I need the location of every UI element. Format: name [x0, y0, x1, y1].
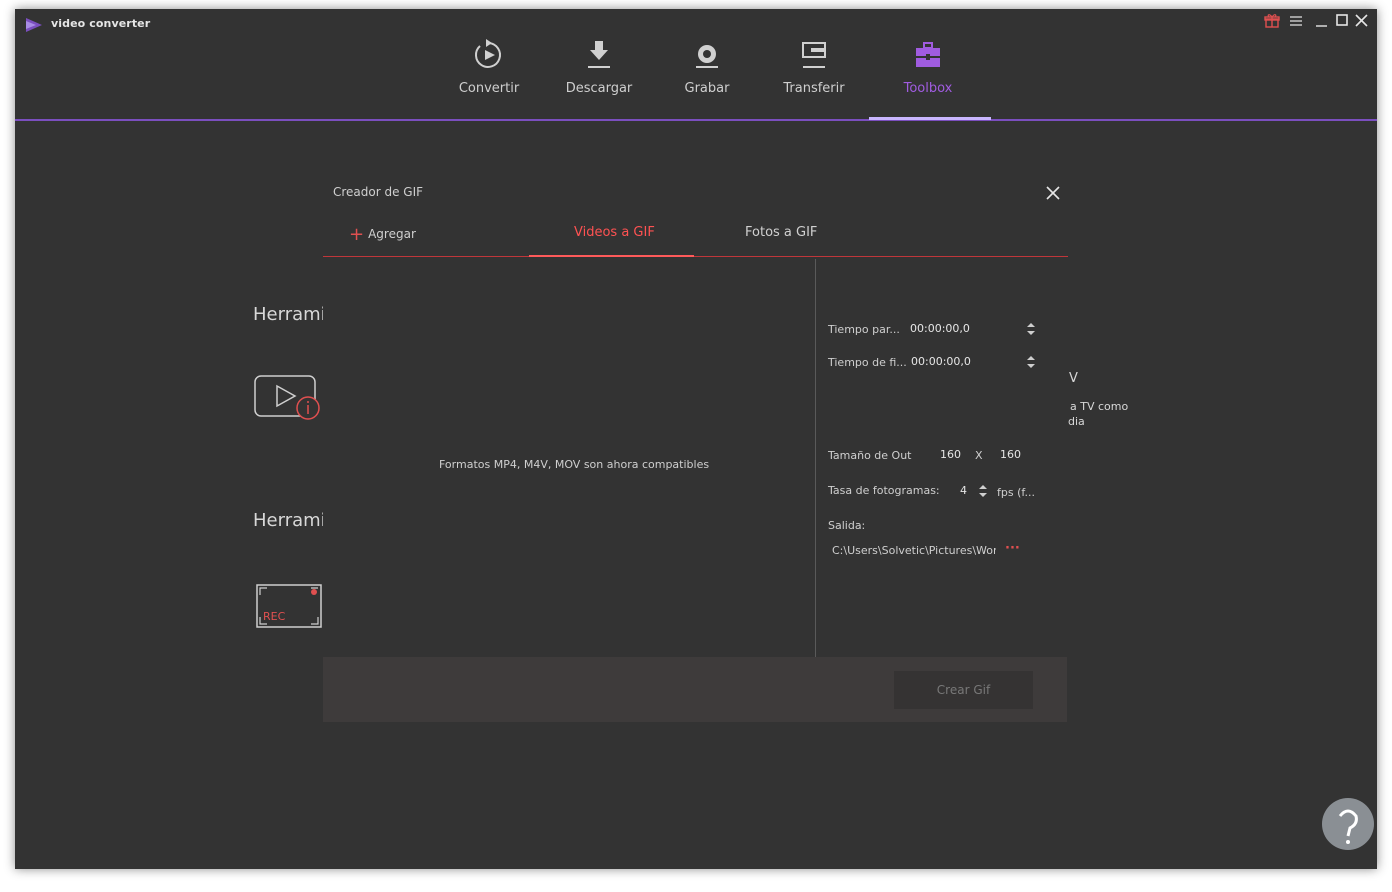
- output-path-field[interactable]: C:\Users\Solvetic\Pictures\Wonc: [832, 544, 996, 557]
- record-icon: [696, 45, 718, 68]
- gift-icon[interactable]: [1263, 13, 1281, 29]
- browse-button[interactable]: ···: [1005, 541, 1020, 556]
- nav-transferir[interactable]: Transferir: [759, 37, 869, 96]
- end-time-label: Tiempo de fi...: [828, 356, 907, 369]
- transfer-icon: [802, 42, 826, 68]
- width-input[interactable]: 160: [940, 448, 961, 461]
- toolbox-icon: [916, 42, 940, 67]
- app-logo-icon: [26, 18, 42, 32]
- start-time-spinner-icon[interactable]: [1026, 321, 1036, 337]
- download-icon: [588, 41, 610, 68]
- start-time-input[interactable]: 00:00:00,0: [910, 322, 970, 335]
- dialog-footer: Crear Gif: [323, 657, 1067, 722]
- frame-rate-input[interactable]: 4: [960, 484, 967, 497]
- create-gif-button[interactable]: Crear Gif: [894, 671, 1033, 709]
- menu-icon[interactable]: [1287, 13, 1305, 29]
- nav-label-grabar: Grabar: [684, 81, 730, 96]
- end-time-input[interactable]: 00:00:00,0: [911, 355, 971, 368]
- bg-fragment-line1: a TV como: [1070, 400, 1129, 413]
- frame-rate-label: Tasa de fotogramas:: [828, 484, 940, 497]
- panel-separator: [815, 259, 816, 657]
- dialog-title: Creador de GIF: [333, 185, 424, 199]
- tab-divider: [323, 256, 1068, 257]
- output-label: Salida:: [828, 519, 866, 532]
- compat-message: Formatos MP4, M4V, MOV son ahora compati…: [439, 458, 710, 471]
- media-info-tool-icon[interactable]: [253, 374, 323, 422]
- size-separator: X: [975, 449, 983, 462]
- tab-videos-a-gif[interactable]: Videos a GIF: [574, 225, 655, 240]
- close-window-icon[interactable]: [1353, 13, 1371, 29]
- screen-recorder-tool-icon[interactable]: [255, 583, 325, 631]
- rec-label: REC: [263, 610, 286, 623]
- frame-rate-spinner-icon[interactable]: [978, 483, 988, 499]
- app-window: video converter Convertir Descargar Grab…: [15, 9, 1377, 869]
- tool-heading-2: Herrami: [253, 510, 326, 531]
- nav-toolbox[interactable]: Toolbox: [873, 37, 983, 96]
- plus-icon: +: [349, 224, 365, 245]
- bg-fragment-title: V: [1069, 371, 1078, 386]
- end-time-spinner-icon[interactable]: [1026, 354, 1036, 370]
- nav-label-toolbox: Toolbox: [903, 81, 953, 96]
- nav-label-descargar: Descargar: [565, 81, 633, 96]
- gif-creator-dialog: Creador de GIF + Agregar Videos a GIF Fot…: [323, 171, 1068, 722]
- nav-divider: [15, 119, 1377, 121]
- app-title: video converter: [51, 17, 151, 30]
- close-icon[interactable]: [1043, 183, 1063, 203]
- tool-heading-1: Herrami: [253, 304, 326, 325]
- height-input[interactable]: 160: [1000, 448, 1021, 461]
- bg-fragment-line2: dia: [1068, 415, 1085, 428]
- frame-rate-unit: fps (f...: [997, 486, 1035, 499]
- nav-convertir[interactable]: Convertir: [434, 37, 544, 96]
- output-size-label: Tamaño de Out: [828, 449, 912, 462]
- convert-icon: [475, 39, 501, 68]
- nav-label-transferir: Transferir: [783, 81, 845, 96]
- tab-active-indicator: [529, 255, 694, 257]
- nav-active-indicator: [869, 117, 991, 120]
- start-time-label: Tiempo par...: [828, 323, 900, 336]
- tab-fotos-a-gif[interactable]: Fotos a GIF: [745, 225, 817, 240]
- solvetic-watermark-icon: [1322, 798, 1374, 850]
- add-label: Agregar: [368, 227, 416, 241]
- minimize-icon[interactable]: [1313, 13, 1331, 29]
- maximize-icon[interactable]: [1333, 13, 1351, 29]
- nav-label-convertir: Convertir: [458, 81, 520, 96]
- nav-grabar[interactable]: Grabar: [652, 37, 762, 96]
- add-button[interactable]: + Agregar: [349, 224, 416, 245]
- nav-descargar[interactable]: Descargar: [544, 37, 654, 96]
